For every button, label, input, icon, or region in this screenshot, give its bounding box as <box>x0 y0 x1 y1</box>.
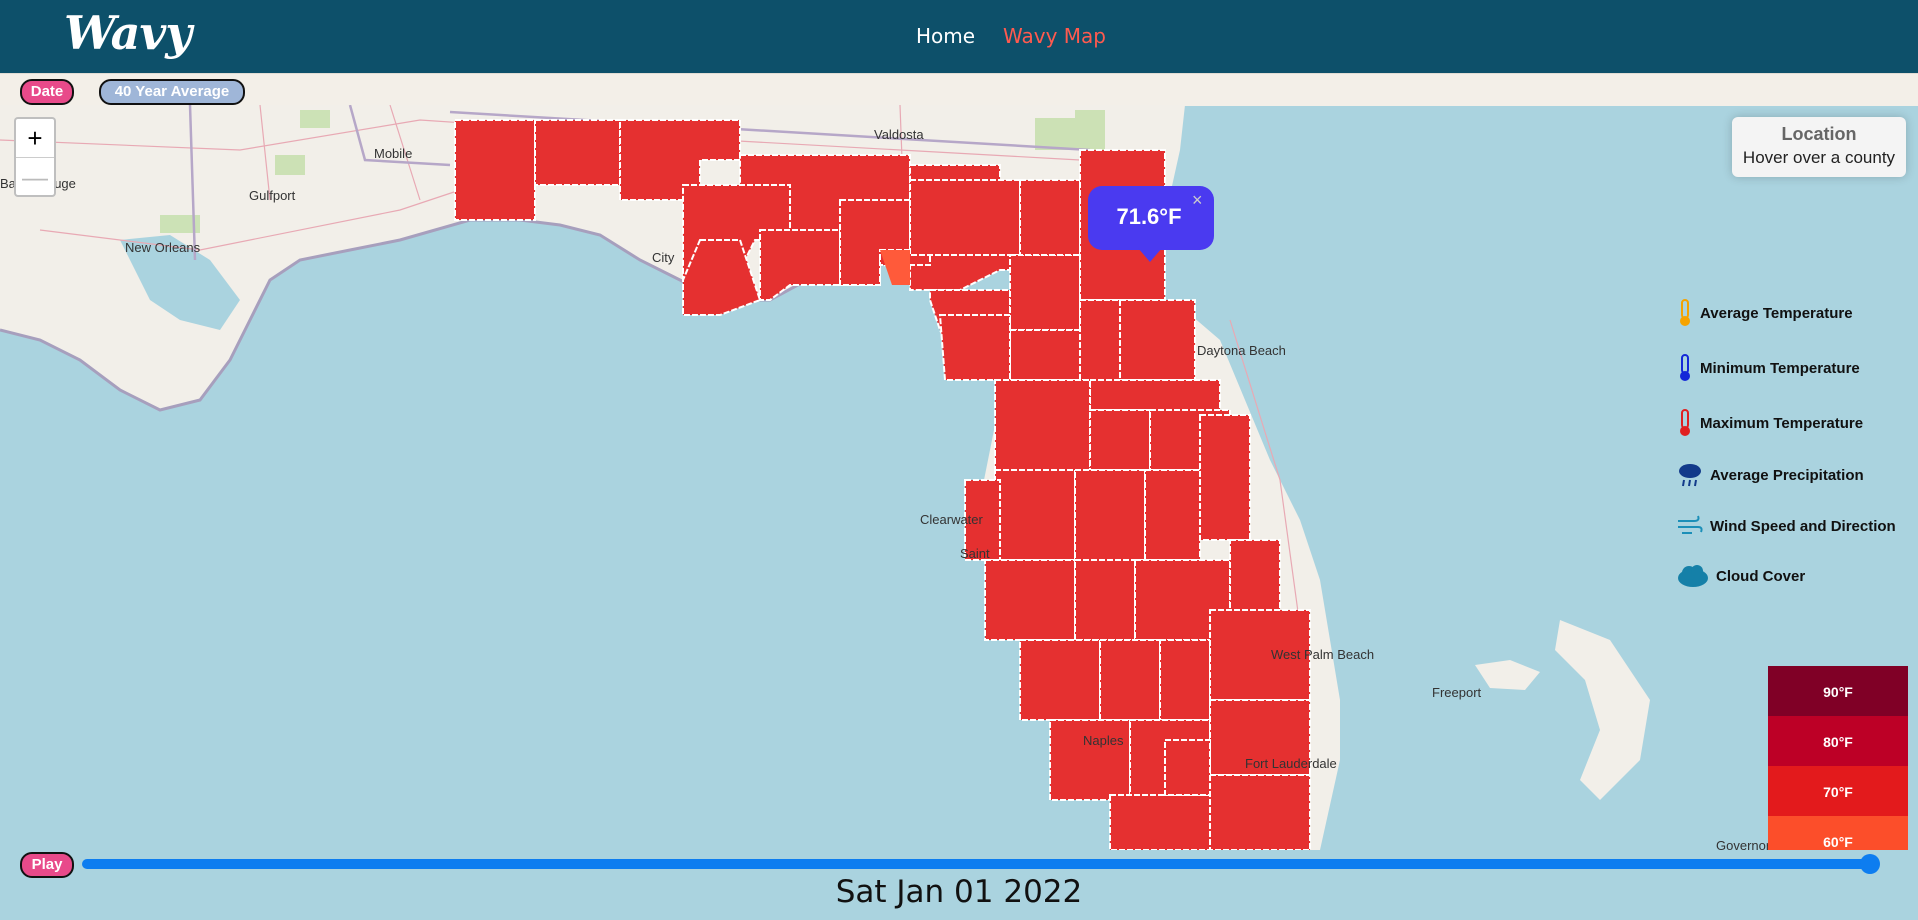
zoom-control: + — <box>14 117 56 197</box>
land-bahamas <box>1475 660 1540 690</box>
county-region[interactable] <box>994 379 1091 476</box>
place-label-freeport: Freeport <box>1432 685 1482 700</box>
current-date-label: Sat Jan 01 2022 <box>835 874 1083 910</box>
county-region[interactable] <box>994 469 1076 561</box>
legend-60f: 60°F <box>1768 816 1908 850</box>
county-region[interactable] <box>1009 254 1081 331</box>
place-label-clearwater: Clearwater <box>920 512 984 527</box>
layer-cloud-cover-label: Cloud Cover <box>1716 567 1806 585</box>
layer-average-precipitation[interactable]: Average Precipitation <box>1676 460 1864 490</box>
nav-home-link[interactable]: Home <box>916 24 975 48</box>
land-bahamas-east <box>1555 620 1650 800</box>
date-toggle-button[interactable]: Date <box>20 79 74 105</box>
county-region[interactable] <box>454 119 536 221</box>
county-region[interactable] <box>1164 739 1211 796</box>
place-label-saint-petersburg: Saint <box>960 546 990 561</box>
county-region[interactable] <box>1019 179 1081 256</box>
county-region[interactable] <box>984 559 1076 641</box>
temperature-legend: 90°F 80°F 70°F 60°F <box>1768 666 1908 850</box>
place-label-fort-lauderdale: Fort Lauderdale <box>1245 756 1337 771</box>
county-region[interactable] <box>1089 409 1151 471</box>
place-label-valdosta: Valdosta <box>874 127 924 142</box>
county-highlighted[interactable] <box>880 250 910 285</box>
place-label-panama-city: City <box>652 250 675 265</box>
cloud-icon <box>1678 565 1708 587</box>
location-hint: Hover over a county <box>1742 148 1896 167</box>
place-label-new-orleans: New Orleans <box>125 240 201 255</box>
layer-wind-speed-direction[interactable]: Wind Speed and Direction <box>1676 511 1896 541</box>
navbar: Wavy Home Wavy Map <box>0 0 1918 73</box>
county-region[interactable] <box>909 179 1021 256</box>
layer-wind-speed-direction-label: Wind Speed and Direction <box>1710 517 1896 535</box>
location-title: Location <box>1781 124 1857 144</box>
county-region[interactable] <box>1144 469 1201 561</box>
layer-maximum-temperature[interactable]: Maximum Temperature <box>1676 408 1863 438</box>
rain-cloud-icon <box>1679 464 1701 487</box>
county-region[interactable] <box>1209 774 1311 850</box>
thermometer-red-icon <box>1680 409 1690 436</box>
controls-bar <box>0 73 1918 106</box>
layer-average-precipitation-label: Average Precipitation <box>1710 466 1864 484</box>
county-region[interactable] <box>1099 639 1161 721</box>
date-slider-thumb[interactable] <box>1860 854 1880 874</box>
county-region[interactable] <box>1199 414 1251 541</box>
layer-minimum-temperature-label: Minimum Temperature <box>1700 359 1860 377</box>
county-region[interactable] <box>534 119 621 186</box>
wavy-logo[interactable]: Wavy <box>64 6 192 60</box>
layer-average-temperature[interactable]: Average Temperature <box>1676 298 1853 328</box>
temperature-popup: 71.6°F × <box>1088 186 1214 250</box>
place-label-gulfport: Gulfport <box>249 188 296 203</box>
county-region[interactable] <box>1049 719 1131 801</box>
legend-80f: 80°F <box>1768 716 1908 766</box>
zoom-out-button[interactable]: — <box>16 157 54 195</box>
county-region[interactable] <box>1079 299 1121 381</box>
county-region[interactable] <box>1159 639 1211 721</box>
county-region[interactable] <box>1119 299 1196 381</box>
date-slider-track[interactable] <box>82 859 1872 869</box>
place-label-naples: Naples <box>1083 733 1124 748</box>
forty-year-average-toggle-button[interactable]: 40 Year Average <box>99 79 245 105</box>
nav-wavy-map-link[interactable]: Wavy Map <box>1003 24 1106 48</box>
wind-icon <box>1678 515 1703 534</box>
map-canvas[interactable]: Valdosta Mobile Gulfport New Orleans Bat… <box>0 105 1918 850</box>
layer-minimum-temperature[interactable]: Minimum Temperature <box>1676 353 1860 383</box>
county-region[interactable] <box>1089 379 1221 411</box>
county-region[interactable] <box>1074 559 1136 641</box>
legend-70f: 70°F <box>1768 766 1908 816</box>
county-region[interactable] <box>759 229 841 301</box>
county-region[interactable] <box>1109 794 1211 850</box>
layer-maximum-temperature-label: Maximum Temperature <box>1700 414 1864 432</box>
county-region[interactable] <box>1019 639 1101 721</box>
location-info-box: Location Hover over a county <box>1732 117 1906 177</box>
popup-close-icon[interactable]: × <box>1192 190 1203 211</box>
place-label-mobile: Mobile <box>374 146 412 161</box>
thermometer-orange-icon <box>1680 299 1690 326</box>
layer-cloud-cover[interactable]: Cloud Cover <box>1676 561 1805 591</box>
county-region[interactable] <box>1009 329 1091 381</box>
place-label-daytona-beach: Daytona Beach <box>1197 343 1286 358</box>
legend-90f: 90°F <box>1768 666 1908 716</box>
county-region[interactable] <box>1074 469 1146 561</box>
place-label-west-palm-beach: West Palm Beach <box>1271 647 1374 662</box>
thermometer-blue-icon <box>1680 354 1690 381</box>
county-region[interactable] <box>938 314 1011 381</box>
zoom-in-button[interactable]: + <box>16 119 54 157</box>
popup-tip <box>1138 248 1162 262</box>
layer-average-temperature-label: Average Temperature <box>1700 304 1853 322</box>
